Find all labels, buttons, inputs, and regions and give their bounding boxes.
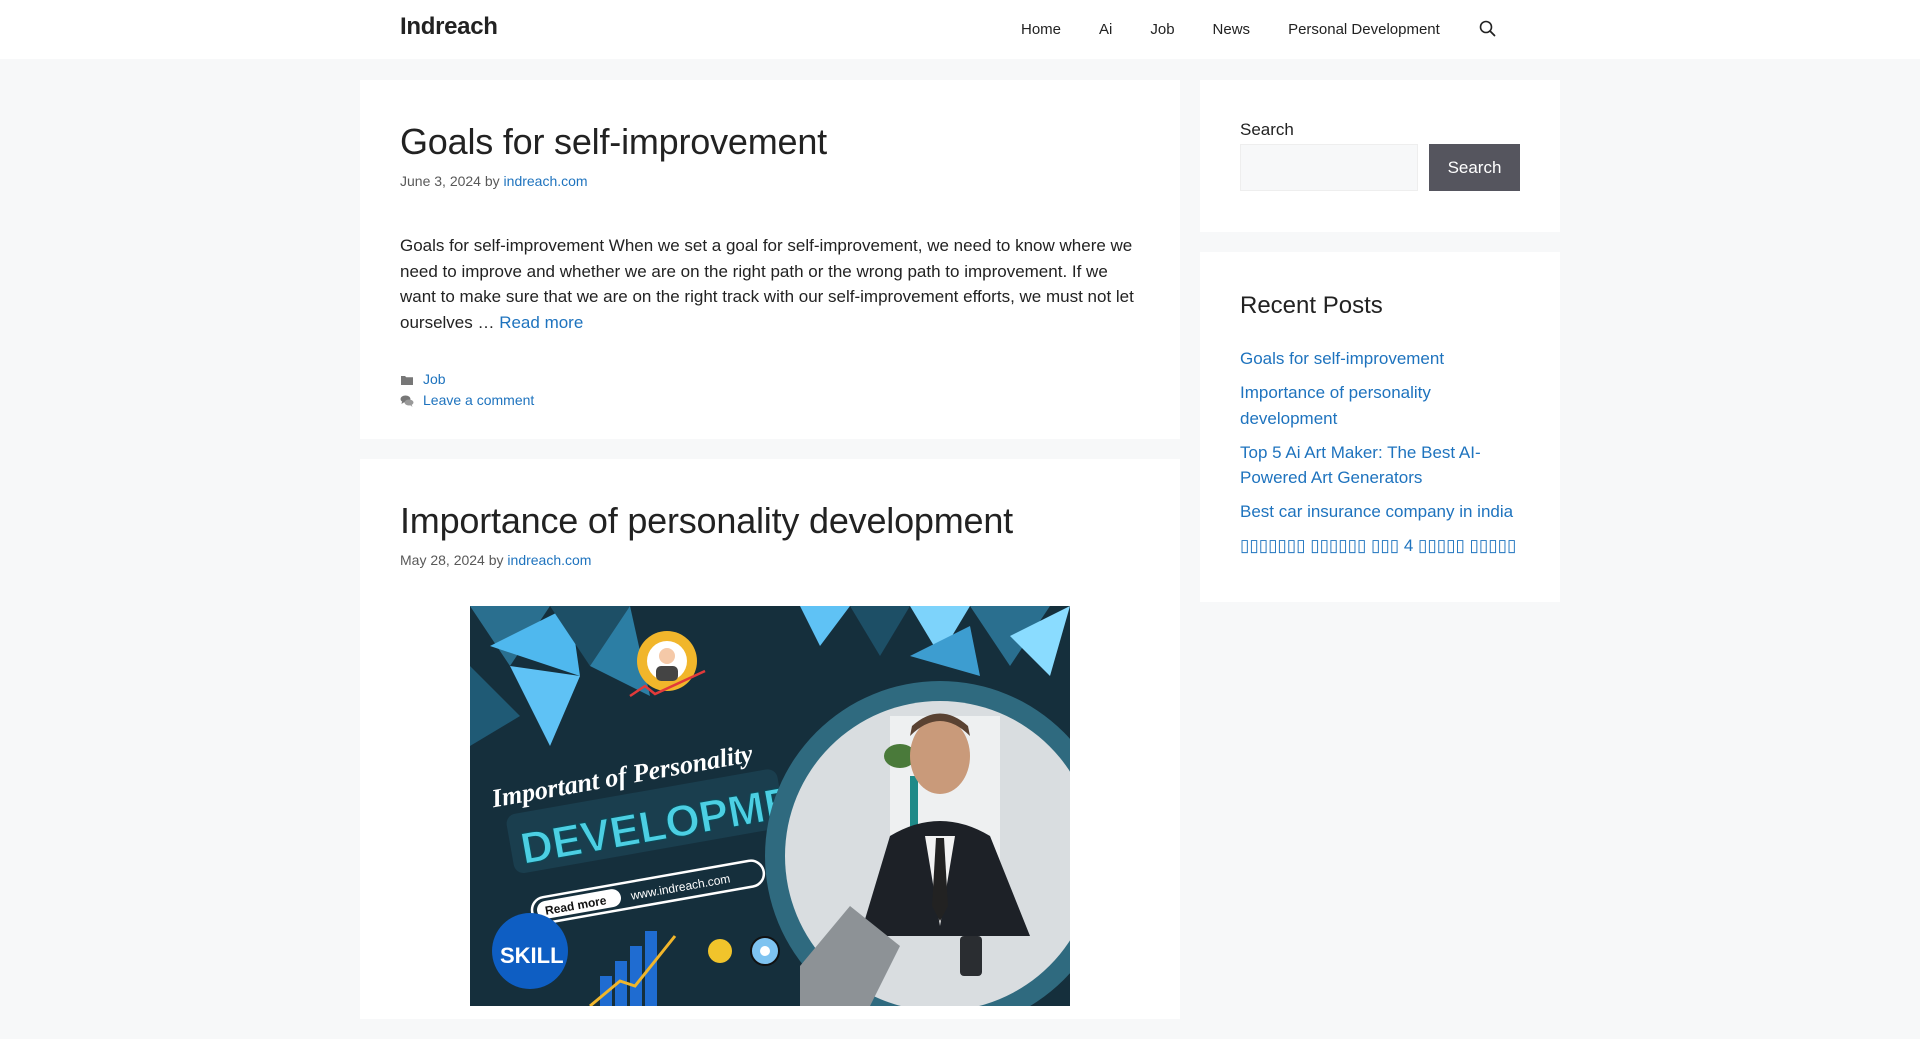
post-date: May 28, 2024	[400, 552, 485, 569]
post-author-link[interactable]: indreach.com	[504, 173, 588, 189]
post-date: June 3, 2024	[400, 173, 481, 190]
sidebar: Search Search Recent Posts Goals for sel…	[1200, 80, 1560, 622]
post-footer: Job Leave a comment	[400, 369, 1140, 411]
post-excerpt: Goals for self-improvement When we set a…	[400, 233, 1140, 335]
recent-post-link[interactable]: Goals for self-improvement	[1240, 349, 1444, 368]
post-title-link[interactable]: Goals for self-improvement	[400, 120, 1140, 163]
recent-post-link[interactable]: Best car insurance company in india	[1240, 502, 1513, 521]
read-more-link[interactable]: Read more	[499, 313, 583, 332]
post-meta: May 28, 2024 by indreach.com	[400, 552, 1140, 568]
main-content: Goals for self-improvement June 3, 2024 …	[360, 80, 1180, 1039]
search-input[interactable]	[1240, 144, 1418, 191]
search-widget: Search Search	[1200, 80, 1560, 232]
folder-icon	[401, 375, 413, 385]
featured-image[interactable]: Important of Personality DEVELOPMENT Rea…	[470, 606, 1070, 1007]
nav-item-job[interactable]: Job	[1150, 21, 1174, 38]
nav-item-home[interactable]: Home	[1021, 21, 1061, 38]
primary-nav: Home Ai Job News Personal Development	[1002, 19, 1498, 39]
nav-item-ai[interactable]: Ai	[1099, 21, 1112, 38]
post-author-link[interactable]: indreach.com	[507, 552, 591, 568]
recent-post-link[interactable]: Top 5 Ai Art Maker: The Best AI-Powered …	[1240, 443, 1481, 488]
recent-posts-title: Recent Posts	[1240, 292, 1383, 319]
image-badge: SKILL	[500, 943, 564, 968]
nav-item-news[interactable]: News	[1213, 21, 1251, 38]
search-button[interactable]: Search	[1429, 144, 1520, 191]
post-card: Importance of personality development Ma…	[360, 459, 1180, 1019]
search-icon[interactable]	[1478, 19, 1498, 39]
site-header: Indreach Home Ai Job News Personal Devel…	[0, 0, 1920, 59]
recent-posts-list: Goals for self-improvement Importance of…	[1240, 346, 1520, 559]
recent-post-link[interactable]: ▯▯▯▯▯▯▯ ▯▯▯▯▯▯ ▯▯▯ 4 ▯▯▯▯▯ ▯▯▯▯▯	[1240, 536, 1516, 555]
recent-post-link[interactable]: Importance of personality development	[1240, 383, 1431, 428]
post-by: by	[484, 173, 500, 190]
category-link[interactable]: Job	[423, 369, 446, 390]
post-by: by	[488, 552, 504, 569]
recent-posts-widget: Recent Posts Goals for self-improvement …	[1200, 252, 1560, 602]
post-title-link[interactable]: Importance of personality development	[400, 499, 1140, 542]
nav-item-personal-development[interactable]: Personal Development	[1288, 21, 1440, 38]
search-label: Search	[1240, 120, 1294, 139]
comments-icon	[400, 395, 414, 407]
post-meta: June 3, 2024 by indreach.com	[400, 173, 1140, 189]
leave-comment-link[interactable]: Leave a comment	[423, 390, 534, 411]
post-card: Goals for self-improvement June 3, 2024 …	[360, 80, 1180, 439]
site-title-link[interactable]: Indreach	[400, 13, 498, 41]
